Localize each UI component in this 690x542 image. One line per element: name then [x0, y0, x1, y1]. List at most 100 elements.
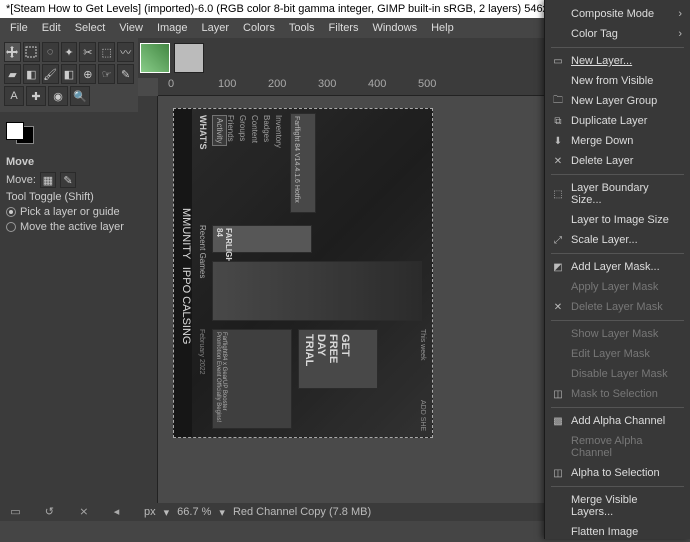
- card-game-art: [212, 261, 422, 321]
- menu-view[interactable]: View: [113, 20, 149, 36]
- status-bar: px ▾ 66.7 % ▾ Red Channel Copy (7.8 MB): [138, 503, 608, 521]
- tool-options-panel: Move Move: ▦ ✎ Tool Toggle (Shift) Pick …: [0, 150, 138, 242]
- status-unit[interactable]: px: [144, 506, 156, 518]
- image-tab-2[interactable]: [174, 43, 204, 73]
- new-layer-icon: ▭: [551, 54, 565, 68]
- ctx-new-layer[interactable]: ▭New Layer...: [545, 51, 690, 71]
- left-bottom-bar: ▭ ↺ ⨯ ◂: [0, 503, 138, 521]
- ruler-horizontal: 0 100 200 300 400 500: [158, 78, 608, 96]
- tool-move[interactable]: [4, 42, 21, 62]
- ctx-merge-down[interactable]: ⬇Merge Down: [545, 131, 690, 151]
- delete-options-icon[interactable]: ⨯: [79, 505, 93, 519]
- status-channel: Red Channel Copy (7.8 MB): [233, 506, 371, 518]
- status-zoom[interactable]: 66.7 %: [177, 506, 211, 518]
- radio-move-active[interactable]: Move the active layer: [6, 221, 132, 233]
- ctx-color-tag[interactable]: Color Tag: [545, 24, 690, 44]
- canvas-wrap[interactable]: 0 100 200 300 400 500 MMUNITY IPPO CALSI…: [138, 78, 608, 503]
- tab-activity: Activity: [212, 115, 227, 146]
- ctx-new-from-visible[interactable]: New from Visible: [545, 71, 690, 91]
- ctx-merge-visible[interactable]: Merge Visible Layers...: [545, 490, 690, 522]
- menu-image[interactable]: Image: [151, 20, 194, 36]
- recent-games-label: Recent Games: [198, 225, 207, 278]
- save-options-icon[interactable]: ▭: [10, 505, 24, 519]
- mask-sel-icon: ◫: [551, 387, 565, 401]
- menu-layer[interactable]: Layer: [196, 20, 236, 36]
- card-farflight84: FARLIGHT 84: [212, 225, 312, 253]
- tool-clone[interactable]: ⊕: [79, 64, 96, 84]
- ctx-duplicate-layer[interactable]: ⧉Duplicate Layer: [545, 111, 690, 131]
- delete-icon: ✕: [551, 154, 565, 168]
- ctx-scale-layer[interactable]: ⤢Scale Layer...: [545, 230, 690, 250]
- menu-filters[interactable]: Filters: [323, 20, 365, 36]
- image-tab-1[interactable]: [140, 43, 170, 73]
- ctx-new-layer-group[interactable]: 🗀New Layer Group: [545, 91, 690, 111]
- canvas-sideband: MMUNITY IPPO CALSING: [174, 109, 192, 437]
- foreground-color[interactable]: [6, 122, 24, 140]
- radio-pick-layer[interactable]: Pick a layer or guide: [6, 206, 132, 218]
- tool-text[interactable]: A: [4, 86, 24, 106]
- ctx-add-alpha-channel[interactable]: ▩Add Alpha Channel: [545, 411, 690, 431]
- mask-icon: ◩: [551, 260, 565, 274]
- menu-colors[interactable]: Colors: [237, 20, 281, 36]
- duplicate-icon: ⧉: [551, 114, 565, 128]
- color-swatches[interactable]: [0, 112, 138, 150]
- ctx-mask-to-selection: ◫Mask to Selection: [545, 384, 690, 404]
- tool-color-picker[interactable]: ◉: [48, 86, 68, 106]
- tool-transform[interactable]: ⬚: [98, 42, 115, 62]
- menu-select[interactable]: Select: [69, 20, 112, 36]
- move-label: Move:: [6, 174, 36, 186]
- tab-content: Content: [250, 115, 259, 143]
- ctx-remove-alpha-channel: Remove Alpha Channel: [545, 431, 690, 463]
- ctx-delete-layer[interactable]: ✕Delete Layer: [545, 151, 690, 171]
- ctx-layer-to-image[interactable]: Layer to Image Size: [545, 210, 690, 230]
- menu-file[interactable]: File: [4, 20, 34, 36]
- tool-lasso[interactable]: ◌: [42, 42, 59, 62]
- menu-help[interactable]: Help: [425, 20, 460, 36]
- alpha-icon: ▩: [551, 414, 565, 428]
- tool-zoom[interactable]: 🔍: [70, 86, 90, 106]
- ctx-delete-layer-mask: ✕Delete Layer Mask: [545, 297, 690, 317]
- move-mode-path-icon[interactable]: ✎: [60, 172, 76, 188]
- ctx-edit-layer-mask: Edit Layer Mask: [545, 344, 690, 364]
- tool-fuzzy-select[interactable]: ✦: [61, 42, 78, 62]
- canvas[interactable]: MMUNITY IPPO CALSING WHAT'S Activity Fri…: [173, 108, 433, 438]
- card-getfree: GET FREEDAY TRIAL: [298, 329, 378, 389]
- tab-badges: Badges: [262, 115, 271, 142]
- ctx-composite-mode[interactable]: Composite Mode: [545, 4, 690, 24]
- restore-options-icon[interactable]: ↺: [45, 505, 59, 519]
- menu-tools[interactable]: Tools: [283, 20, 321, 36]
- tool-crop[interactable]: ✂: [79, 42, 96, 62]
- menu-windows[interactable]: Windows: [366, 20, 423, 36]
- left-dock: ◌ ✦ ✂ ⬚ 〰 ▰ ◧ 🖌 ◧ ⊕ ☞ ✎ A ✚ ◉ 🔍: [0, 38, 138, 521]
- ctx-show-layer-mask: Show Layer Mask: [545, 324, 690, 344]
- add-she-label: ADD SHE: [419, 400, 426, 431]
- tool-gradient[interactable]: ◧: [23, 64, 40, 84]
- tab-inventory: Inventory: [274, 115, 283, 148]
- ctx-apply-layer-mask: Apply Layer Mask: [545, 277, 690, 297]
- ctx-flatten-image[interactable]: Flatten Image: [545, 522, 690, 542]
- delete-mask-icon: ✕: [551, 300, 565, 314]
- ctx-add-layer-mask[interactable]: ◩Add Layer Mask...: [545, 257, 690, 277]
- tool-path[interactable]: ✎: [117, 64, 134, 84]
- tool-bucket[interactable]: ▰: [4, 64, 21, 84]
- ctx-layer-boundary[interactable]: ⬚Layer Boundary Size...: [545, 178, 690, 210]
- tool-smudge[interactable]: ☞: [98, 64, 115, 84]
- toolbox: ◌ ✦ ✂ ⬚ 〰 ▰ ◧ 🖌 ◧ ⊕ ☞ ✎ A ✚ ◉ 🔍: [0, 38, 138, 112]
- canvas-area: ✕ 0 100 200 300 400 500 MMUNITY IPPO CAL…: [138, 38, 608, 521]
- layer-context-menu: Composite Mode Color Tag ▭New Layer... N…: [544, 0, 690, 539]
- menu-edit[interactable]: Edit: [36, 20, 67, 36]
- tool-eraser[interactable]: ◧: [61, 64, 78, 84]
- tool-warp[interactable]: 〰: [117, 42, 134, 62]
- reset-options-icon[interactable]: ◂: [114, 505, 128, 519]
- date-label: February 2022: [198, 329, 205, 375]
- ctx-alpha-to-selection[interactable]: ◫Alpha to Selection: [545, 463, 690, 483]
- scale-icon: ⤢: [551, 233, 565, 247]
- ctx-disable-layer-mask: Disable Layer Mask: [545, 364, 690, 384]
- tool-rect-select[interactable]: [23, 42, 40, 62]
- tool-brush[interactable]: 🖌: [42, 64, 59, 84]
- tool-heal[interactable]: ✚: [26, 86, 46, 106]
- alpha-sel-icon: ◫: [551, 466, 565, 480]
- canvas-whats-label: WHAT'S: [198, 115, 208, 149]
- move-mode-layer-icon[interactable]: ▦: [40, 172, 56, 188]
- folder-icon: 🗀: [551, 94, 565, 108]
